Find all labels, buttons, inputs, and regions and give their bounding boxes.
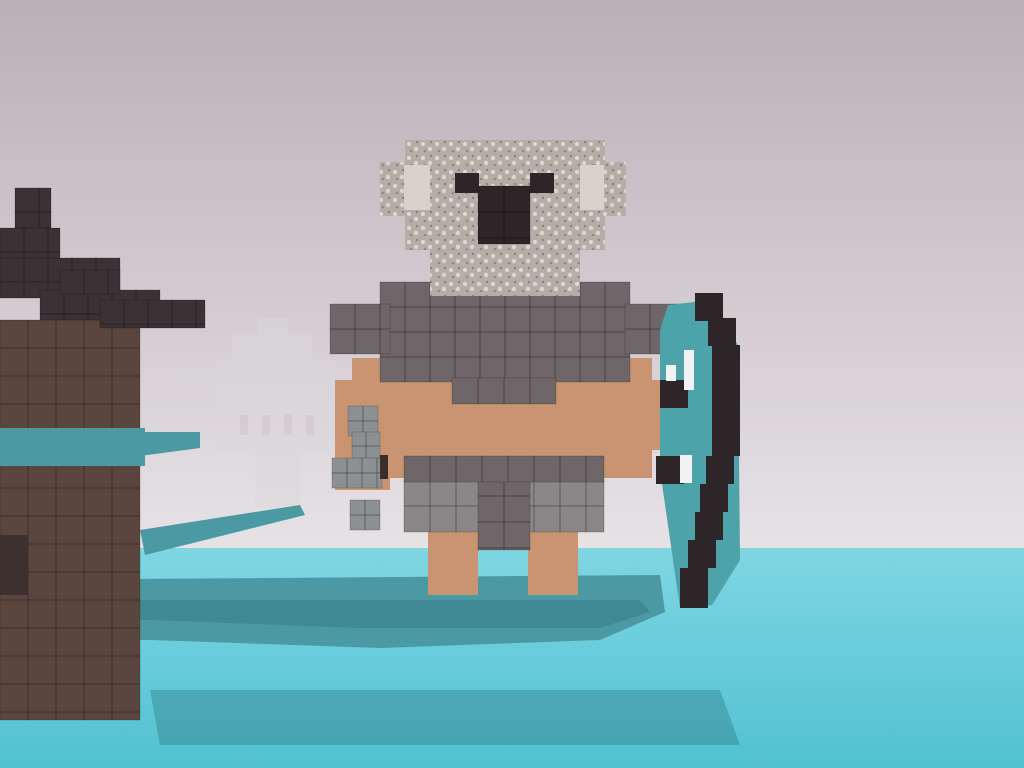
castle-roof [232,335,312,365]
tower-balcony [0,428,145,466]
shield-rim-8 [695,512,723,540]
castle-window-0 [240,415,248,435]
koala-eye-right [530,173,554,193]
shield-rim-11 [656,456,684,484]
shield-glint [666,365,676,381]
tower-body [0,320,140,720]
shield-rim-9 [688,540,716,568]
shield-rim-2 [712,345,740,373]
koala-ear-inner-right [580,165,604,210]
castle-roof-left [185,368,225,388]
shield-rim-5 [712,428,740,456]
koala-eye-left [455,173,479,193]
club-handle [380,455,388,479]
shield-rim-12 [660,380,688,408]
koala-neck [430,248,580,296]
tower-roof-5 [60,270,120,294]
castle-wall [215,360,335,450]
castle-window-2 [284,415,292,435]
castle-spire [258,318,288,338]
koala-ear-inner-left [404,165,430,210]
platform-reflection [150,690,740,745]
tower-door [0,535,28,595]
voxel-scene [0,0,1024,768]
shield-rim-3 [712,372,740,400]
tower-roof-0 [15,188,51,228]
shield-rim-10 [680,568,708,608]
shield-glint-3 [680,455,692,483]
shield-rim-1 [708,318,736,346]
shield-rim-4 [712,400,740,428]
shield-glint-2 [684,350,694,390]
shield-rim-7 [700,484,728,512]
koala-leg-right [528,530,578,595]
castle-window-3 [306,415,314,435]
castle-window-1 [262,415,270,435]
koala-belt [404,456,604,482]
shield-rim-6 [706,456,734,484]
game-viewport[interactable] [0,0,1024,768]
koala-leg-left [428,530,478,595]
shield-rim-0 [695,293,723,321]
castle-gate-tower [255,450,300,510]
